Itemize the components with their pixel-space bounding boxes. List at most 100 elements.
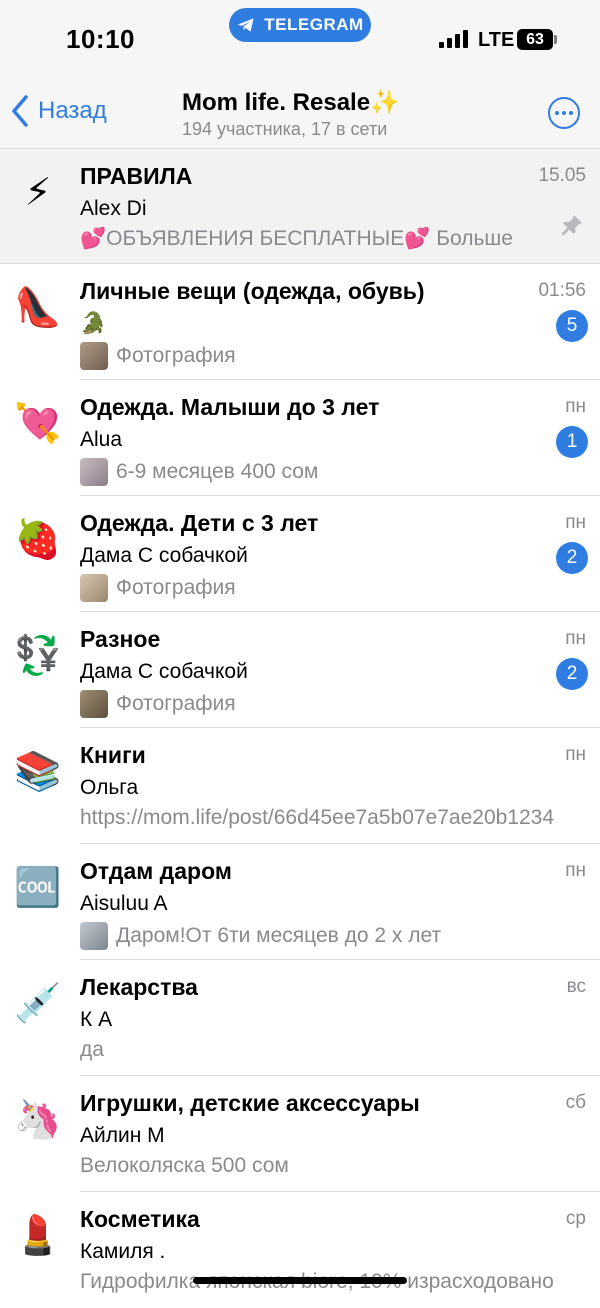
- topic-row-kids-clothes[interactable]: 🍓 Одежда. Дети с 3 лет пн Дама С собачко…: [0, 496, 600, 612]
- topic-title: Игрушки, детские аксессуары: [80, 1090, 420, 1116]
- topic-time: пн: [565, 396, 586, 417]
- topic-preview-text: https://mom.life/post/66d45ee7a5b07e7ae2…: [80, 806, 555, 829]
- topic-preview: Велоколяска 500 сом: [80, 1154, 560, 1178]
- telegram-return-pill[interactable]: TELEGRAM: [229, 8, 371, 42]
- photo-thumbnail: [80, 458, 108, 486]
- topic-title: Одежда. Малыши до 3 лет: [80, 394, 380, 420]
- topic-author: Alex Di: [80, 197, 147, 220]
- lipstick-icon: 💄: [14, 1215, 62, 1257]
- topic-row-books[interactable]: 📚 Книги пн Ольга https://mom.life/post/6…: [0, 728, 600, 844]
- topic-author: Айлин М: [80, 1124, 165, 1147]
- topic-title: Разное: [80, 626, 161, 652]
- topic-preview: 💕ОБЪЯВЛЕНИЯ БЕСПЛАТНЫЕ💕 Больше: [80, 227, 540, 251]
- topic-row-medicine[interactable]: 💉 Лекарства вс К А да: [0, 960, 600, 1076]
- topic-time: ср: [565, 1208, 586, 1229]
- unread-badge: 1: [556, 426, 588, 458]
- topic-row-personal-items[interactable]: 👠 Личные вещи (одежда, обувь) 01:56 🐊 Фо…: [0, 264, 600, 380]
- topic-preview: Фотография: [80, 342, 560, 370]
- topic-time: пн: [565, 512, 586, 533]
- unread-badge: 2: [556, 658, 588, 690]
- more-dot: [562, 111, 566, 115]
- photo-thumbnail: [80, 690, 108, 718]
- topic-time: 15.05: [538, 165, 586, 186]
- topic-time: сб: [565, 1092, 586, 1113]
- back-button[interactable]: Назад: [10, 94, 107, 128]
- topic-title: Отдам даром: [80, 858, 232, 884]
- topic-preview: 6-9 месяцев 400 сом: [80, 458, 560, 486]
- pin-icon: [562, 215, 582, 235]
- topic-row-rules[interactable]: ⚡ ПРАВИЛА 15.05 Alex Di 💕ОБЪЯВЛЕНИЯ БЕСП…: [0, 149, 600, 264]
- syringe-icon: 💉: [14, 983, 62, 1025]
- topic-row-baby-clothes[interactable]: 💘 Одежда. Малыши до 3 лет пн Alua 6-9 ме…: [0, 380, 600, 496]
- topic-row-cosmetics[interactable]: 💄 Косметика ср Камиля . Гидрофилка японс…: [0, 1192, 600, 1308]
- battery-icon: 63: [517, 29, 553, 50]
- telegram-icon: [237, 18, 254, 32]
- topic-preview-text: Фотография: [116, 576, 236, 599]
- home-indicator[interactable]: [193, 1277, 407, 1284]
- topic-preview: да: [80, 1038, 560, 1062]
- more-dot: [555, 111, 559, 115]
- topic-author: К А: [80, 1008, 113, 1031]
- topic-preview-text: 💕ОБЪЯВЛЕНИЯ БЕСПЛАТНЫЕ💕 Больше: [80, 227, 513, 250]
- back-label: Назад: [38, 97, 107, 124]
- topic-author: Дама С собачкой: [80, 544, 248, 567]
- topic-author: Aisuluu A: [80, 892, 168, 915]
- topic-author: Дама С собачкой: [80, 660, 248, 683]
- signal-icon: [439, 30, 469, 48]
- topic-preview: Фотография: [80, 690, 560, 718]
- lightning-icon: ⚡: [24, 172, 52, 214]
- topic-author: Alua: [80, 428, 123, 451]
- topic-preview-text: Фотография: [116, 344, 236, 367]
- photo-thumbnail: [80, 922, 108, 950]
- currency-exchange-icon: 💱: [14, 635, 62, 677]
- topic-title: ПРАВИЛА: [80, 163, 193, 189]
- battery-level: 63: [526, 30, 544, 48]
- photo-thumbnail: [80, 342, 108, 370]
- battery-tip: [554, 35, 557, 44]
- topic-author: Ольга: [80, 776, 139, 799]
- topic-preview-text: Велоколяска 500 сом: [80, 1154, 289, 1177]
- chat-subtitle: 194 участника, 17 в сети: [182, 119, 388, 139]
- topic-preview: https://mom.life/post/66d45ee7a5b07e7ae2…: [80, 806, 588, 830]
- status-time: 10:10: [66, 24, 135, 54]
- unread-badge: 2: [556, 542, 588, 574]
- topic-row-toys[interactable]: 🦄 Игрушки, детские аксессуары сб Айлин М…: [0, 1076, 600, 1192]
- more-dot: [569, 111, 573, 115]
- topic-preview-text: Фотография: [116, 692, 236, 715]
- topic-author: Камиля .: [80, 1240, 166, 1263]
- telegram-pill-label: TELEGRAM: [264, 15, 364, 34]
- topic-time: пн: [565, 628, 586, 649]
- topic-row-giveaway[interactable]: 🆒 Отдам даром пн Aisuluu A Даром!От 6ти …: [0, 844, 600, 960]
- topic-preview: Фотография: [80, 574, 560, 602]
- books-icon: 📚: [14, 751, 62, 793]
- topic-title: Одежда. Дети с 3 лет: [80, 510, 319, 536]
- topic-list: ⚡ ПРАВИЛА 15.05 Alex Di 💕ОБЪЯВЛЕНИЯ БЕСП…: [0, 149, 600, 1308]
- topic-title: Лекарства: [80, 974, 198, 1000]
- heart-arrow-icon: 💘: [14, 403, 62, 445]
- chevron-left-icon: [12, 95, 28, 127]
- unread-badge: 5: [556, 310, 588, 342]
- more-options-button[interactable]: [548, 97, 580, 129]
- topic-preview-text: Даром!От 6ти месяцев до 2 х лет: [116, 924, 442, 947]
- status-bar: 10:10 TELEGRAM LTE 63: [0, 0, 600, 72]
- photo-thumbnail: [80, 574, 108, 602]
- topic-author: 🐊: [80, 312, 107, 335]
- topic-preview: Даром!От 6ти месяцев до 2 х лет: [80, 922, 560, 950]
- high-heel-icon: 👠: [14, 287, 62, 329]
- topic-row-misc[interactable]: 💱 Разное пн Дама С собачкой Фотография 2: [0, 612, 600, 728]
- topic-preview-text: 6-9 месяцев 400 сом: [116, 460, 319, 483]
- topic-preview-text: да: [80, 1038, 104, 1061]
- cool-icon: 🆒: [14, 867, 62, 909]
- chat-title[interactable]: Mom life. Resale✨: [182, 88, 400, 117]
- unicorn-icon: 🦄: [14, 1099, 62, 1141]
- topic-time: вс: [566, 976, 586, 997]
- topic-time: пн: [565, 860, 586, 881]
- strawberry-icon: 🍓: [14, 519, 62, 561]
- topic-time: 01:56: [538, 280, 586, 301]
- topic-time: пн: [565, 744, 586, 765]
- navigation-bar: Назад Mom life. Resale✨ 194 участника, 1…: [0, 72, 600, 149]
- topic-title: Книги: [80, 742, 146, 768]
- topic-title: Личные вещи (одежда, обувь): [80, 278, 425, 304]
- network-type: LTE: [478, 29, 515, 51]
- topic-title: Косметика: [80, 1206, 200, 1232]
